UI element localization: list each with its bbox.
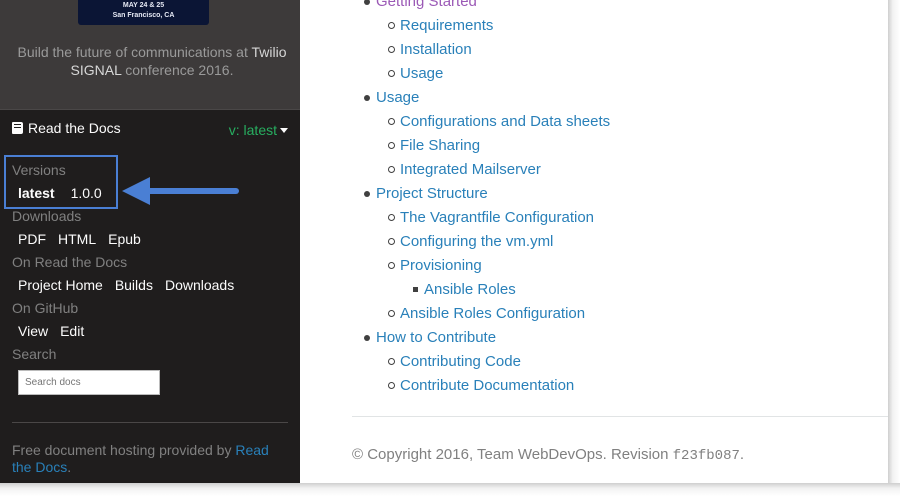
promo-text-suffix: conference 2016 [121, 62, 230, 78]
toc-configurations-data-sheets[interactable]: Configurations and Data sheets [376, 110, 610, 134]
rtd-downloads-link[interactable]: Downloads [165, 277, 234, 293]
toc-getting-started[interactable]: Getting Started [363, 0, 610, 14]
hosting-suffix: . [67, 459, 72, 475]
toc-how-to-contribute[interactable]: How to Contribute [363, 326, 610, 350]
rtd-versions-toggle[interactable]: Read the Docs v: latest [0, 109, 300, 150]
caret-down-icon [280, 127, 288, 133]
toc-vagrantfile-configuration[interactable]: The Vagrantfile Configuration [376, 206, 610, 230]
window-shadow-bottom [0, 483, 900, 496]
promo-text-prefix: Build the future of communications at [17, 44, 252, 60]
download-epub-link[interactable]: Epub [108, 231, 141, 247]
table-of-contents: Getting Started Requirements Installatio… [363, 0, 610, 398]
on-github-title: On GitHub [12, 300, 79, 316]
github-view-link[interactable]: View [18, 323, 48, 339]
current-version-toggle[interactable]: v: latest [229, 122, 288, 138]
promo-banner-image[interactable]: MAY 24 & 25 San Francisco, CA [78, 0, 209, 25]
on-github-list: View Edit [18, 323, 96, 339]
promo-banner-date: MAY 24 & 25 [122, 2, 165, 9]
current-version-label: v: latest [228, 122, 277, 138]
promo-text-end: . [229, 62, 234, 78]
toc-usage[interactable]: Usage [363, 86, 610, 110]
downloads-list: PDF HTML Epub [18, 231, 153, 247]
toc-contributing-code[interactable]: Contributing Code [376, 350, 610, 374]
on-rtd-title: On Read the Docs [12, 254, 128, 270]
toc-installation[interactable]: Installation [376, 38, 610, 62]
hosting-text: Free document hosting provided by Read t… [12, 442, 292, 476]
toc-configuring-vm-yml[interactable]: Configuring the vm.yml [376, 230, 610, 254]
rtd-brand-label: Read the Docs [28, 120, 121, 136]
on-rtd-list: Project Home Builds Downloads [18, 277, 246, 293]
toc-getting-started-usage[interactable]: Usage [376, 62, 610, 86]
window-shadow-right [888, 0, 900, 496]
toc-integrated-mailserver[interactable]: Integrated Mailserver [376, 158, 610, 182]
annotation-arrow-icon [122, 177, 239, 205]
toc-requirements[interactable]: Requirements [376, 14, 610, 38]
toc-contribute-documentation[interactable]: Contribute Documentation [376, 374, 610, 398]
toc-project-structure[interactable]: Project Structure [363, 182, 610, 206]
sidebar: MAY 24 & 25 San Francisco, CA Build the … [0, 0, 300, 483]
version-latest-link[interactable]: latest [18, 185, 55, 201]
promo-banner-location: San Francisco, CA [112, 12, 175, 19]
version-1-0-0-link[interactable]: 1.0.0 [71, 185, 102, 201]
rtd-versions-panel: Versions latest 1.0.0 Downloads PDF HTML… [0, 150, 300, 483]
download-pdf-link[interactable]: PDF [18, 231, 46, 247]
book-icon [12, 122, 23, 134]
toc-provisioning[interactable]: Provisioning [376, 254, 610, 278]
search-title: Search [12, 346, 57, 362]
toc-ansible-roles-configuration[interactable]: Ansible Roles Configuration [376, 302, 610, 326]
main-content: Getting Started Requirements Installatio… [300, 0, 888, 483]
github-edit-link[interactable]: Edit [60, 323, 84, 339]
footer-copyright: © Copyright 2016, Team WebDevOps. Revisi… [352, 446, 744, 464]
revision-hash: f23fb087 [672, 448, 740, 464]
promo-text[interactable]: Build the future of communications at Tw… [12, 43, 292, 79]
versions-title: Versions [12, 162, 66, 178]
versions-list: latest 1.0.0 [18, 185, 114, 201]
footer-divider [352, 416, 888, 417]
sponsor-promo[interactable]: MAY 24 & 25 San Francisco, CA Build the … [0, 0, 300, 109]
copyright-end: . [739, 446, 745, 463]
rtd-brand[interactable]: Read the Docs [12, 120, 121, 136]
panel-divider [12, 422, 288, 423]
download-html-link[interactable]: HTML [58, 231, 96, 247]
copyright-text: © Copyright 2016, Team WebDevOps. Revisi… [352, 446, 673, 463]
search-docs-input[interactable] [18, 370, 160, 395]
toc-ansible-roles[interactable]: Ansible Roles [376, 278, 610, 302]
hosting-prefix: Free document hosting provided by [12, 442, 236, 458]
downloads-title: Downloads [12, 208, 82, 224]
project-home-link[interactable]: Project Home [18, 277, 103, 293]
toc-file-sharing[interactable]: File Sharing [376, 134, 610, 158]
builds-link[interactable]: Builds [115, 277, 153, 293]
